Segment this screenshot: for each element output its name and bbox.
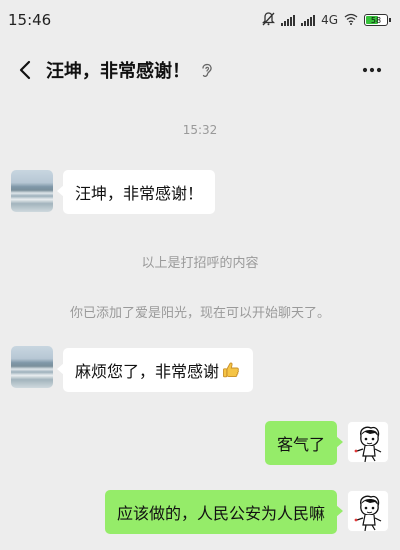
message-timestamp: 15:32 [182, 123, 218, 137]
chat-header: 汪坤，非常感谢！ [0, 40, 400, 100]
message-text: 麻烦您了，非常感谢 [75, 362, 220, 381]
system-message: 你已添加了爱是阳光，现在可以开始聊天了。 [69, 306, 330, 321]
system-message: 以上是打招呼的内容 [141, 256, 259, 271]
message-text: 应该做的，人民公安为人民嘛 [116, 504, 325, 523]
chat-title-row: 汪坤，非常感谢！ [46, 57, 216, 83]
battery-icon: 58 [364, 14, 391, 26]
status-bar: 15:46 4G 58 [0, 0, 400, 40]
message-bubble-incoming[interactable]: 汪坤，非常感谢！ [56, 170, 216, 214]
chat-title: 汪坤，非常感谢！ [46, 61, 190, 82]
contact-avatar[interactable] [11, 346, 53, 388]
wifi-icon [344, 13, 358, 28]
status-icons: 4G 58 [261, 11, 391, 29]
user-avatar[interactable] [347, 421, 389, 463]
status-time: 15:46 [8, 11, 52, 29]
signal-icon-2 [301, 14, 316, 26]
network-type: 4G [321, 13, 338, 27]
battery-level: 58 [370, 15, 382, 25]
back-icon[interactable] [10, 55, 40, 85]
thumbs-up-icon [221, 360, 241, 380]
contact-avatar[interactable] [11, 170, 53, 212]
user-avatar[interactable] [347, 490, 389, 532]
signal-icon [281, 14, 296, 26]
message-bubble-outgoing[interactable]: 客气了 [264, 421, 344, 465]
message-text: 汪坤，非常感谢！ [75, 184, 204, 203]
message-bubble-outgoing[interactable]: 应该做的，人民公安为人民嘛 [104, 490, 344, 534]
message-text: 客气了 [276, 435, 325, 454]
mute-bell-icon [261, 11, 276, 29]
message-bubble-incoming[interactable]: 麻烦您了，非常感谢 [56, 348, 254, 392]
more-options-icon[interactable] [354, 55, 390, 85]
ear-icon [198, 61, 216, 79]
